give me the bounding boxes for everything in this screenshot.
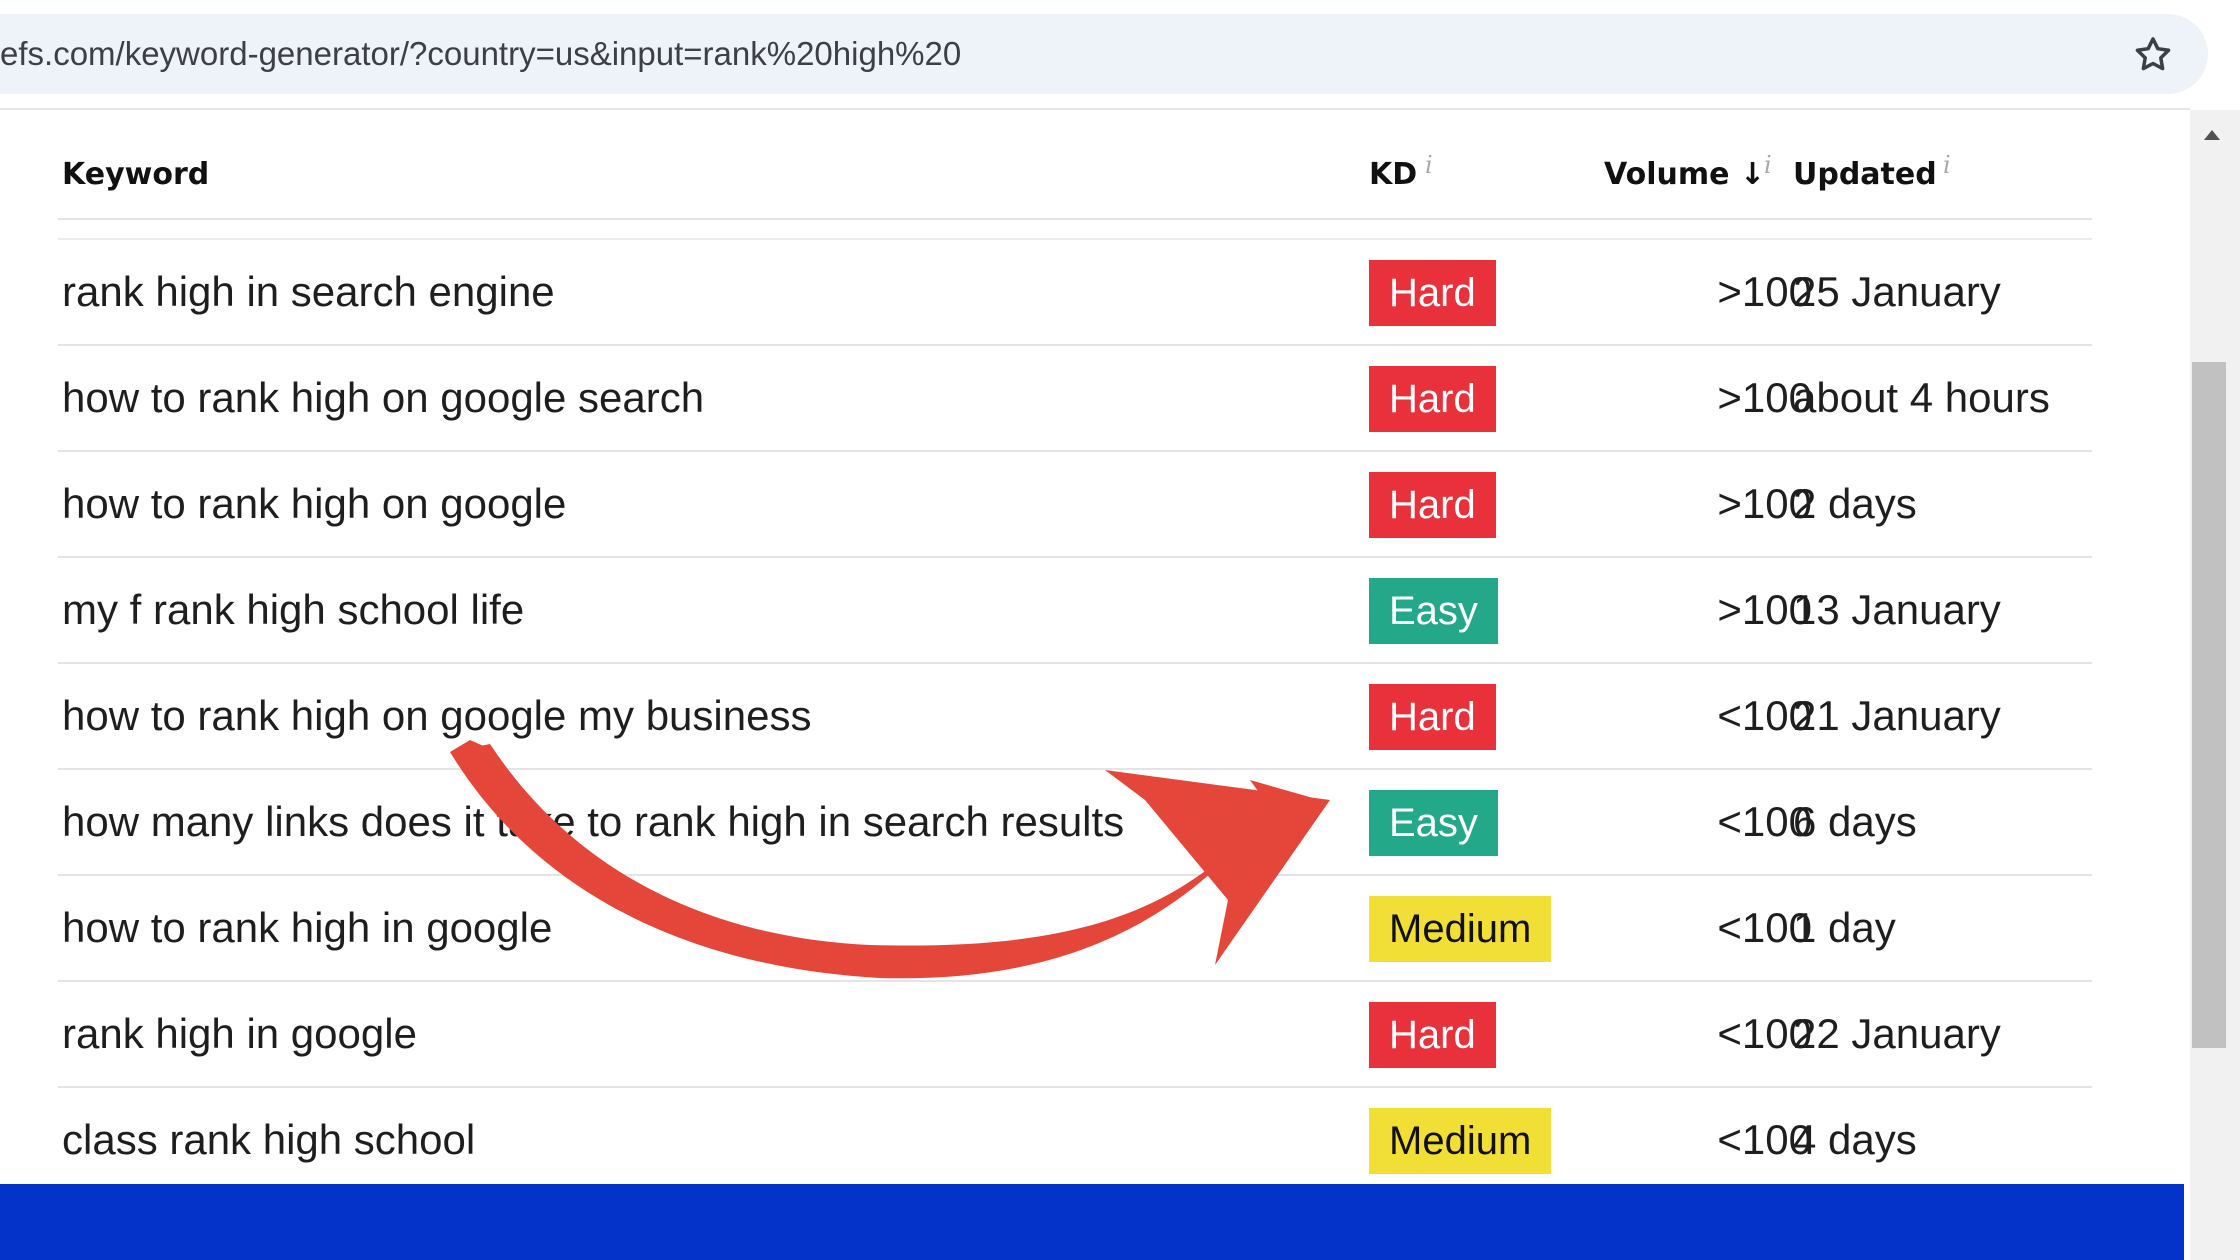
sort-down-icon[interactable]: ↓ — [1740, 157, 1765, 192]
header-volume[interactable]: Volume ↓ i — [1604, 151, 1772, 198]
table-row[interactable]: rank high in search engine Hard >100 25 Jan… — [58, 240, 2092, 346]
updated-cell: 13 January — [1793, 586, 2001, 633]
url-text[interactable]: efs.com/keyword-generator/?country=us&in… — [0, 32, 961, 76]
keyword-cell[interactable]: how to rank high on google — [62, 452, 566, 556]
header-volume-label: Volume — [1604, 157, 1730, 192]
header-kd[interactable]: KD i — [1369, 151, 1433, 198]
table-row[interactable]: how to rank high on google search Hard >10… — [58, 346, 2092, 452]
keyword-cell[interactable]: how to rank high in google — [62, 876, 552, 980]
header-divider — [58, 218, 2092, 220]
keyword-cell[interactable]: how many links does it take to rank high… — [62, 770, 1124, 874]
updated-cell: 22 January — [1793, 1010, 2001, 1057]
kd-badge: Hard — [1369, 260, 1496, 326]
header-kd-label: KD — [1369, 157, 1418, 192]
table-row[interactable]: how to rank high in google Medium <100 1 da… — [58, 876, 2092, 982]
updated-cell: 1 day — [1793, 904, 1896, 951]
info-icon[interactable]: i — [1425, 142, 1433, 188]
info-icon[interactable]: i — [1764, 142, 1772, 188]
kd-badge: Hard — [1369, 472, 1496, 538]
updated-cell: 21 January — [1793, 692, 2001, 739]
info-icon[interactable]: i — [1943, 142, 1951, 188]
keyword-cell[interactable]: rank high in search engine — [62, 240, 555, 344]
address-bar[interactable]: efs.com/keyword-generator/?country=us&in… — [0, 14, 2208, 94]
table-row[interactable]: how many links does it take to rank high… — [58, 770, 2092, 876]
header-keyword[interactable]: Keyword — [62, 152, 209, 198]
star-icon[interactable] — [2132, 34, 2174, 76]
updated-cell: about 4 hours — [1793, 374, 2050, 421]
header-updated[interactable]: Updated i — [1793, 151, 1951, 198]
scroll-up-icon[interactable] — [2190, 110, 2240, 160]
browser-toolbar: efs.com/keyword-generator/?country=us&in… — [0, 0, 2240, 110]
keyword-cell[interactable]: how to rank high on google search — [62, 346, 704, 450]
bottom-banner — [0, 1184, 2184, 1260]
scrollbar-thumb[interactable] — [2192, 362, 2226, 1048]
table-row[interactable]: rank high in google Hard <100 22 January — [58, 982, 2092, 1088]
kd-badge: Easy — [1369, 578, 1498, 644]
kd-badge: Hard — [1369, 366, 1496, 432]
table-row[interactable]: how to rank high on google Hard >100 2 days — [58, 452, 2092, 558]
keyword-cell[interactable]: how to rank high on google my business — [62, 664, 811, 768]
table-row[interactable]: my f rank high school life Easy >100 13 Jan… — [58, 558, 2092, 664]
table-row[interactable]: how to rank high on google my business Ha… — [58, 664, 2092, 770]
keyword-cell[interactable]: rank high in google — [62, 982, 417, 1086]
kd-badge: Medium — [1369, 896, 1552, 962]
keyword-table: Keyword KD i Volume ↓ i Updated i rank h… — [0, 110, 2190, 1184]
kd-badge: Hard — [1369, 684, 1496, 750]
header-updated-label: Updated — [1793, 157, 1937, 192]
header-keyword-label: Keyword — [62, 157, 210, 192]
keyword-cell[interactable]: my f rank high school life — [62, 558, 524, 662]
updated-cell: 6 days — [1793, 798, 1917, 845]
kd-badge: Easy — [1369, 790, 1498, 856]
updated-cell: 2 days — [1793, 480, 1917, 527]
updated-cell: 25 January — [1793, 268, 2001, 315]
table-row[interactable]: class rank high school Medium <100 4 days — [58, 1088, 2092, 1184]
keyword-cell[interactable]: class rank high school — [62, 1088, 475, 1184]
kd-badge: Medium — [1369, 1108, 1552, 1174]
updated-cell: 4 days — [1793, 1116, 1917, 1163]
kd-badge: Hard — [1369, 1002, 1496, 1068]
